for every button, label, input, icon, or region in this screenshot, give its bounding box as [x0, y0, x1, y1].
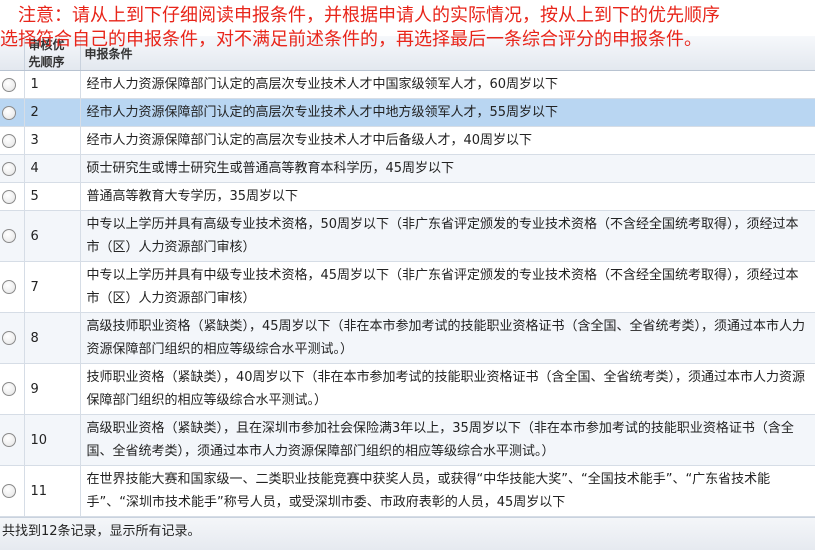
row-order: 1 — [24, 70, 81, 99]
row-radio-button[interactable] — [2, 133, 16, 148]
row-condition: 技师职业资格（紧缺类），40周岁以下（非在本市参加考试的技能职业资格证书（含全国… — [80, 363, 815, 415]
row-order: 8 — [24, 312, 81, 364]
row-radio-button[interactable] — [2, 484, 16, 498]
row-condition: 高级职业资格（紧缺类），且在深圳市参加社会保险满3年以上，35周岁以下（非在本市… — [80, 414, 815, 466]
row-radio-button[interactable] — [2, 382, 16, 396]
row-select-cell[interactable] — [0, 126, 25, 155]
row-condition: 中专以上学历并具有中级专业技术资格，45周岁以下（非广东省评定颁发的专业技术资格… — [80, 261, 815, 313]
row-select-cell[interactable] — [0, 465, 25, 517]
row-order: 4 — [24, 154, 81, 183]
row-radio-button[interactable] — [2, 77, 16, 92]
row-order: 2 — [24, 98, 81, 127]
row-select-cell[interactable] — [0, 210, 25, 262]
table-row[interactable]: 3 经市人力资源保障部门认定的高层次专业技术人才中后备级人才，40周岁以下 — [0, 126, 815, 155]
row-select-cell[interactable] — [0, 182, 25, 211]
notice-text: 注意：请从上到下仔细阅读申报条件，并根据申请人的实际情况，按从上到下的优先顺序 … — [0, 4, 815, 52]
status-bar: 共找到12条记录，显示所有记录。 — [0, 517, 815, 550]
row-radio-button[interactable] — [2, 229, 16, 243]
table-row[interactable]: 2 经市人力资源保障部门认定的高层次专业技术人才中地方级领军人才，55周岁以下 — [0, 98, 815, 127]
row-condition: 硕士研究生或博士研究生或普通高等教育本科学历，45周岁以下 — [80, 154, 815, 183]
row-select-cell[interactable] — [0, 414, 25, 466]
conditions-table: 审核优先顺序 申报条件 1 经市人力资源保障部门认定的高层次专业技术人才中国家级领… — [0, 36, 815, 545]
row-select-cell[interactable] — [0, 261, 25, 313]
row-order: 6 — [24, 210, 81, 262]
table-row[interactable]: 5 普通高等教育大专学历，35周岁以下 — [0, 182, 815, 211]
row-condition: 在世界技能大赛和国家级一、二类职业技能竞赛中获奖人员，或获得“中华技能大奖”、“… — [80, 465, 815, 517]
row-radio-button[interactable] — [2, 161, 16, 176]
table-row[interactable]: 10 高级职业资格（紧缺类），且在深圳市参加社会保险满3年以上，35周岁以下（非在… — [0, 414, 815, 466]
row-order: 5 — [24, 182, 81, 211]
row-select-cell[interactable] — [0, 363, 25, 415]
table-row[interactable]: 7 中专以上学历并具有中级专业技术资格，45周岁以下（非广东省评定颁发的专业技术资… — [0, 261, 815, 313]
row-radio-button[interactable] — [2, 331, 16, 345]
row-condition: 经市人力资源保障部门认定的高层次专业技术人才中后备级人才，40周岁以下 — [80, 126, 815, 155]
row-condition: 经市人力资源保障部门认定的高层次专业技术人才中国家级领军人才，60周岁以下 — [80, 70, 815, 99]
row-condition: 中专以上学历并具有高级专业技术资格，50周岁以下（非广东省评定颁发的专业技术资格… — [80, 210, 815, 262]
row-radio-button[interactable] — [2, 433, 16, 447]
row-condition: 经市人力资源保障部门认定的高层次专业技术人才中地方级领军人才，55周岁以下 — [80, 98, 815, 127]
row-order: 10 — [24, 414, 81, 466]
notice-line-1: 注意：请从上到下仔细阅读申报条件，并根据申请人的实际情况，按从上到下的优先顺序 — [18, 5, 720, 26]
row-radio-button[interactable] — [2, 280, 16, 294]
row-order: 11 — [24, 465, 81, 517]
table-row[interactable]: 9 技师职业资格（紧缺类），40周岁以下（非在本市参加考试的技能职业资格证书（含全… — [0, 363, 815, 415]
row-order: 7 — [24, 261, 81, 313]
row-select-cell[interactable] — [0, 70, 25, 99]
table-row[interactable]: 11 在世界技能大赛和国家级一、二类职业技能竞赛中获奖人员，或获得“中华技能大奖”… — [0, 465, 815, 517]
row-condition: 高级技师职业资格（紧缺类），45周岁以下（非在本市参加考试的技能职业资格证书（含… — [80, 312, 815, 364]
table-row[interactable]: 4 硕士研究生或博士研究生或普通高等教育本科学历，45周岁以下 — [0, 154, 815, 183]
record-count-text: 共找到12条记录，显示所有记录。 — [2, 524, 201, 539]
row-order: 3 — [24, 126, 81, 155]
row-select-cell[interactable] — [0, 154, 25, 183]
table-row[interactable]: 8 高级技师职业资格（紧缺类），45周岁以下（非在本市参加考试的技能职业资格证书（… — [0, 312, 815, 364]
row-order: 9 — [24, 363, 81, 415]
table-row[interactable]: 6 中专以上学历并具有高级专业技术资格，50周岁以下（非广东省评定颁发的专业技术资… — [0, 210, 815, 262]
notice-line-2: 选择符合自己的申报条件，对不满足前述条件的，再选择最后一条综合评分的申报条件。 — [0, 29, 702, 50]
row-select-cell[interactable] — [0, 312, 25, 364]
table-row[interactable]: 1 经市人力资源保障部门认定的高层次专业技术人才中国家级领军人才，60周岁以下 — [0, 70, 815, 99]
row-select-cell[interactable] — [0, 98, 25, 127]
row-radio-button[interactable] — [2, 189, 16, 204]
row-radio-button[interactable] — [2, 105, 16, 120]
row-condition: 普通高等教育大专学历，35周岁以下 — [80, 182, 815, 211]
